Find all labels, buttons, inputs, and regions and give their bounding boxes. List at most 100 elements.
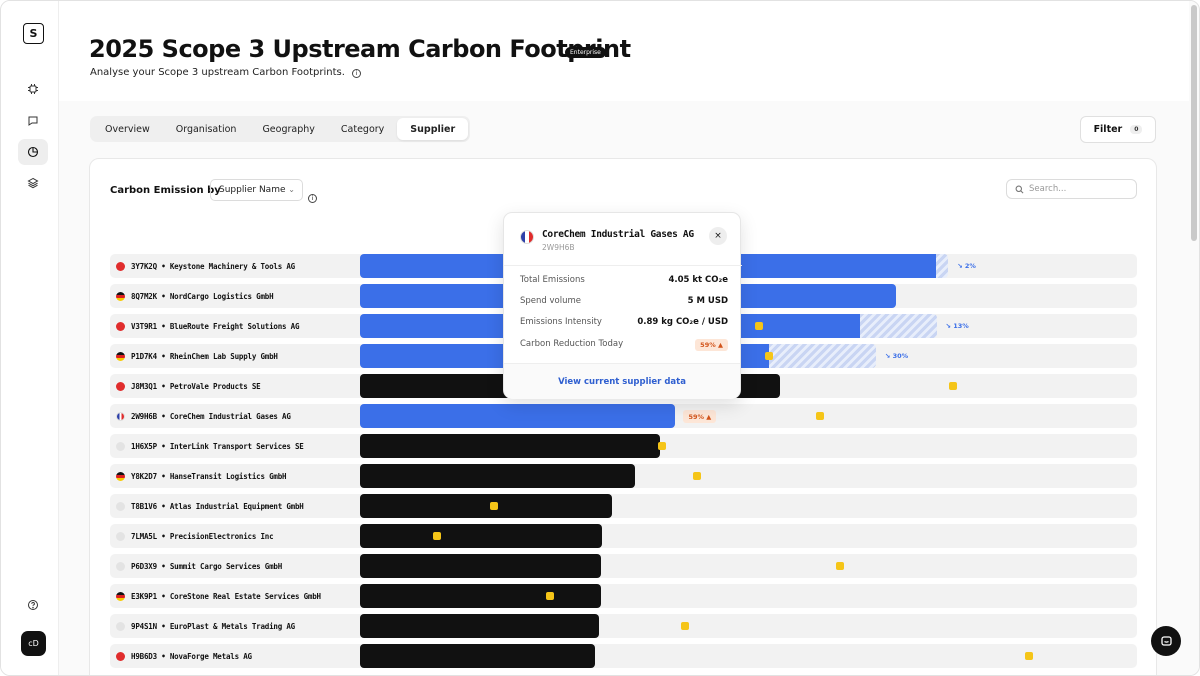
carbon-reduction-row: Carbon Reduction Today 59% ▲ [520,339,728,351]
emission-bar[interactable] [360,614,599,638]
target-marker[interactable] [948,382,957,390]
emission-bar[interactable] [360,644,596,668]
country-flag-icon [116,591,125,601]
search-placeholder: Search... [1029,184,1067,194]
card-info-icon[interactable]: i [308,185,317,204]
supplier-label: T8B1V6 • Atlas Industrial Equipment GmbH [116,494,304,518]
search-icon [1015,185,1024,193]
warning-badge: 59% ▲ [683,410,717,423]
supplier-name: 2W9H6B • CoreChem Industrial Gases AG [131,411,291,421]
tab-geography[interactable]: Geography [249,118,327,140]
france-flag-icon [520,230,534,244]
emission-bar[interactable] [360,554,601,578]
emission-bar[interactable] [360,464,636,488]
tab-category[interactable]: Category [328,118,397,140]
info-icon[interactable]: i [352,69,362,78]
scrollbar[interactable] [1189,1,1199,675]
emission-bar[interactable] [360,494,612,518]
supplier-row[interactable]: 9P4S1N • EuroPlast & Metals Trading AG [110,614,1137,638]
country-flag-icon [116,291,125,301]
view-supplier-data-link[interactable]: View current supplier data [504,363,740,399]
supplier-name: P1D7K4 • RheinChem Lab Supply GmbH [131,351,278,361]
supplier-label: 7LMA5L • PrecisionElectronics Inc [116,524,274,548]
user-avatar[interactable]: cD [21,631,46,656]
emission-bar[interactable] [360,524,602,548]
close-icon[interactable]: × [709,227,727,245]
trend-label: ↘ 30% [884,352,909,360]
target-marker[interactable] [836,562,845,570]
supplier-row[interactable]: H9B6D3 • NovaForge Metals AG [110,644,1137,668]
chat-icon[interactable] [18,108,48,134]
help-icon[interactable] [18,592,48,618]
emissions-intensity-label: Emissions Intensity [520,317,602,327]
reduction-target-bar [769,344,876,368]
supplier-name: 8Q7M2K • NordCargo Logistics GmbH [131,291,274,301]
emission-bar[interactable] [360,584,601,608]
supplier-name: T8B1V6 • Atlas Industrial Equipment GmbH [131,501,304,511]
supplier-row[interactable]: T8B1V6 • Atlas Industrial Equipment GmbH [110,494,1137,518]
tab-supplier[interactable]: Supplier [397,118,469,140]
total-emissions-row: Total Emissions 4.05 kt CO₂e [520,275,728,285]
filter-button[interactable]: Filter 0 [1080,116,1156,143]
target-marker[interactable] [755,322,764,330]
supplier-row[interactable]: Y8K2D7 • HanseTransit Logistics GmbH [110,464,1137,488]
spend-volume-label: Spend volume [520,296,581,306]
cpu-icon[interactable] [18,76,48,102]
plan-badge: Enterprise [565,47,606,58]
search-input[interactable]: Search... [1006,179,1137,199]
target-marker[interactable] [658,442,667,450]
sidebar: S cD [1,1,59,675]
supplier-name: V3T9R1 • BlueRoute Freight Solutions AG [131,321,300,331]
supplier-label: 2W9H6B • CoreChem Industrial Gases AG [116,404,291,428]
country-flag-icon [116,651,125,661]
emission-bar[interactable] [360,404,676,428]
target-marker[interactable] [1024,652,1033,660]
subtitle-text: Analyse your Scope 3 upstream Carbon Foo… [90,67,345,78]
country-flag-icon [116,441,125,451]
country-flag-icon [116,381,125,391]
carbon-reduction-badge: 59% ▲ [695,339,728,351]
supplier-label: V3T9R1 • BlueRoute Freight Solutions AG [116,314,300,338]
supplier-name: J8M3Q1 • PetroVale Products SE [131,381,261,391]
target-marker[interactable] [489,502,498,510]
emissions-intensity-row: Emissions Intensity 0.89 kg CO₂e / USD [520,317,728,327]
target-marker[interactable] [764,352,773,360]
supplier-row[interactable]: 7LMA5L • PrecisionElectronics Inc [110,524,1137,548]
tab-organisation[interactable]: Organisation [163,118,250,140]
card-label: Carbon Emission by [110,185,221,196]
pie-chart-icon[interactable] [18,139,48,165]
layers-icon[interactable] [18,170,48,196]
scrollbar-thumb[interactable] [1191,5,1197,241]
supplier-label: Y8K2D7 • HanseTransit Logistics GmbH [116,464,287,488]
tab-overview[interactable]: Overview [92,118,163,140]
app-logo[interactable]: S [23,23,44,44]
spend-volume-row: Spend volume 5 M USD [520,296,728,306]
emission-bar[interactable] [360,434,660,458]
target-marker[interactable] [815,412,824,420]
target-marker[interactable] [545,592,554,600]
supplier-label: 1H6X5P • InterLink Transport Services SE [116,434,304,458]
supplier-name: H9B6D3 • NovaForge Metals AG [131,651,252,661]
supplier-name: 7LMA5L • PrecisionElectronics Inc [131,531,274,541]
target-marker[interactable] [693,472,702,480]
supplier-label: 9P4S1N • EuroPlast & Metals Trading AG [116,614,295,638]
supplier-row[interactable]: 1H6X5P • InterLink Transport Services SE [110,434,1137,458]
target-marker[interactable] [432,532,441,540]
page-title: 2025 Scope 3 Upstream Carbon Footprint [89,35,631,63]
supplier-name: Y8K2D7 • HanseTransit Logistics GmbH [131,471,287,481]
country-flag-icon [116,321,125,331]
supplier-row[interactable]: P6D3X9 • Summit Cargo Services GmbH [110,554,1137,578]
supplier-label: J8M3Q1 • PetroVale Products SE [116,374,261,398]
reduction-target-bar [859,314,937,338]
spend-volume-value: 5 M USD [687,296,728,306]
total-emissions-value: 4.05 kt CO₂e [668,275,728,285]
supplier-label: 8Q7M2K • NordCargo Logistics GmbH [116,284,274,308]
supplier-label: E3K9P1 • CoreStone Real Estate Services … [116,584,321,608]
group-by-select[interactable]: Supplier Name ⌄ [210,179,303,201]
supplier-row[interactable]: 2W9H6B • CoreChem Industrial Gases AG 59%… [110,404,1137,428]
chat-bubble-icon [1160,635,1172,646]
support-chat-button[interactable] [1151,626,1181,656]
carbon-reduction-value: 59% [700,341,716,349]
supplier-row[interactable]: E3K9P1 • CoreStone Real Estate Services … [110,584,1137,608]
target-marker[interactable] [680,622,689,630]
